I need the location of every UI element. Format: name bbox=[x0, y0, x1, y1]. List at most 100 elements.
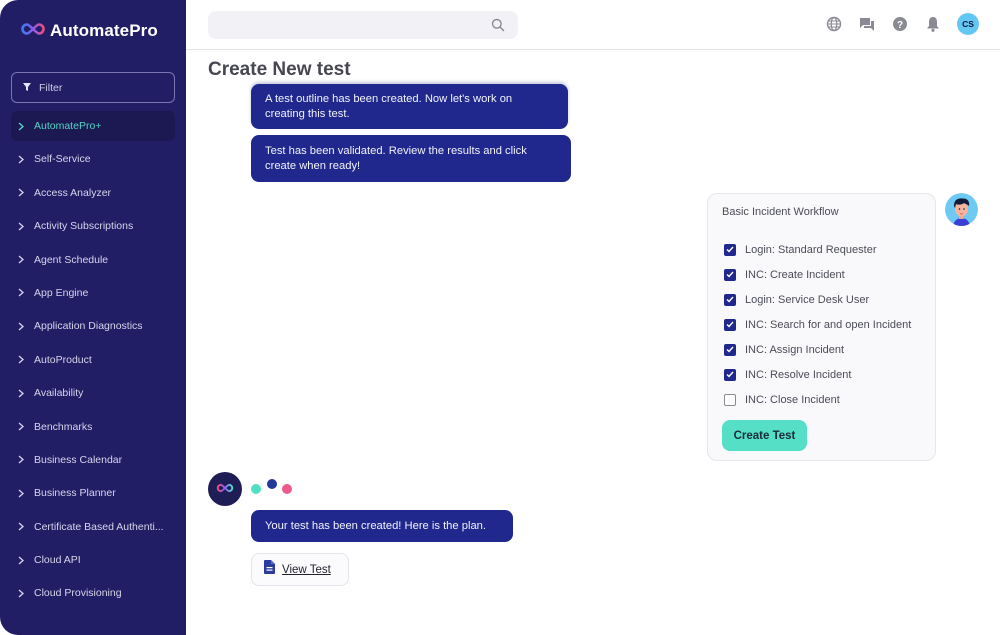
sidebar-item-label: App Engine bbox=[34, 286, 89, 299]
checkbox-checked[interactable] bbox=[724, 318, 736, 331]
chevron-right-icon bbox=[18, 288, 26, 297]
app-logo[interactable]: AutomatePro bbox=[20, 21, 158, 41]
search-input[interactable] bbox=[208, 11, 518, 39]
bot-message: A test outline has been created. Now let… bbox=[251, 84, 568, 129]
checkbox-checked[interactable] bbox=[724, 368, 736, 381]
sidebar-item-label: Business Calendar bbox=[34, 453, 123, 466]
document-icon bbox=[264, 560, 275, 579]
sidebar-item-label: Benchmarks bbox=[34, 420, 93, 433]
sidebar-item-availability[interactable]: Availability bbox=[11, 378, 175, 408]
step-label: Login: Standard Requester bbox=[745, 243, 877, 256]
create-test-button[interactable]: Create Test bbox=[722, 420, 807, 451]
sidebar-item-label: Activity Subscriptions bbox=[34, 220, 134, 233]
sidebar-item-application-diagnostics[interactable]: Application Diagnostics bbox=[11, 311, 175, 341]
bot-message: Your test has been created! Here is the … bbox=[251, 510, 513, 542]
checkbox-checked[interactable] bbox=[724, 268, 736, 281]
step-label: INC: Search for and open Incident bbox=[745, 318, 912, 331]
step-label: INC: Assign Incident bbox=[745, 343, 845, 356]
chevron-right-icon bbox=[18, 188, 26, 197]
sidebar-item-autoproduct[interactable]: AutoProduct bbox=[11, 345, 175, 375]
workflow-step[interactable]: INC: Create Incident bbox=[724, 262, 911, 287]
sidebar-item-label: Access Analyzer bbox=[34, 186, 112, 199]
chevron-right-icon bbox=[18, 556, 26, 565]
sidebar-item-cloud-provisioning[interactable]: Cloud Provisioning bbox=[11, 578, 175, 608]
sidebar-item-activity-subscriptions[interactable]: Activity Subscriptions bbox=[11, 211, 175, 241]
filter-input[interactable]: Filter bbox=[11, 72, 175, 103]
view-test-label: View Test bbox=[282, 563, 331, 576]
chevron-right-icon bbox=[18, 255, 26, 264]
typing-indicator-dot bbox=[267, 479, 277, 489]
step-label: INC: Close Incident bbox=[745, 393, 840, 406]
sidebar-item-agent-schedule[interactable]: Agent Schedule bbox=[11, 245, 175, 275]
bell-icon[interactable] bbox=[924, 15, 942, 33]
sidebar-item-access-analyzer[interactable]: Access Analyzer bbox=[11, 178, 175, 208]
chevron-right-icon bbox=[18, 155, 26, 164]
workflow-step[interactable]: INC: Close Incident bbox=[724, 387, 911, 412]
workflow-step[interactable]: INC: Assign Incident bbox=[724, 337, 911, 362]
svg-text:?: ? bbox=[897, 20, 903, 31]
chevron-right-icon bbox=[18, 455, 26, 464]
user-avatar-button[interactable]: CS bbox=[957, 13, 979, 35]
filter-placeholder: Filter bbox=[39, 81, 63, 94]
step-label: INC: Create Incident bbox=[745, 268, 845, 281]
step-label: Login: Service Desk User bbox=[745, 293, 870, 306]
globe-icon[interactable] bbox=[825, 15, 843, 33]
infinity-logo-icon bbox=[216, 480, 234, 498]
chevron-right-icon bbox=[18, 222, 26, 231]
chevron-right-icon bbox=[18, 355, 26, 364]
view-test-link[interactable]: View Test bbox=[251, 553, 349, 586]
workflow-step[interactable]: INC: Resolve Incident bbox=[724, 362, 911, 387]
checkbox-checked[interactable] bbox=[724, 343, 736, 356]
sidebar-item-label: Application Diagnostics bbox=[34, 320, 143, 333]
sidebar-item-label: Self-Service bbox=[34, 153, 91, 166]
sidebar-nav: AutomatePro+ Self-Service Access Analyze… bbox=[11, 111, 175, 612]
sidebar-item-automatepro-plus[interactable]: AutomatePro+ bbox=[11, 111, 175, 141]
top-bar: ? CS bbox=[186, 0, 1000, 50]
sidebar-item-business-calendar[interactable]: Business Calendar bbox=[11, 445, 175, 475]
workflow-card: Basic Incident Workflow Login: Standard … bbox=[707, 193, 936, 461]
sidebar-item-label: Certificate Based Authenti... bbox=[34, 520, 164, 533]
sidebar-item-cloud-api[interactable]: Cloud API bbox=[11, 545, 175, 575]
message-text: Test has been validated. Review the resu… bbox=[265, 144, 527, 172]
sidebar: AutomatePro Filter AutomatePro+ Self-Ser… bbox=[0, 0, 186, 635]
sidebar-item-label: Cloud Provisioning bbox=[34, 587, 122, 600]
bot-message: Test has been validated. Review the resu… bbox=[251, 135, 571, 182]
typing-indicator-dot bbox=[251, 484, 261, 494]
sidebar-item-label: Availability bbox=[34, 387, 84, 400]
workflow-checklist: Login: Standard Requester INC: Create In… bbox=[724, 237, 911, 412]
chevron-right-icon bbox=[18, 121, 26, 131]
chat-icon[interactable] bbox=[858, 15, 876, 33]
sidebar-item-label: AutoProduct bbox=[34, 353, 92, 366]
top-icons: ? CS bbox=[825, 13, 979, 35]
chevron-right-icon bbox=[18, 489, 26, 498]
typing-indicator-dot bbox=[282, 484, 292, 494]
workflow-step[interactable]: Login: Service Desk User bbox=[724, 287, 911, 312]
workflow-step[interactable]: INC: Search for and open Incident bbox=[724, 312, 911, 337]
chevron-right-icon bbox=[18, 322, 26, 331]
help-icon[interactable]: ? bbox=[891, 15, 909, 33]
sidebar-item-label: Business Planner bbox=[34, 487, 116, 500]
sidebar-item-self-service[interactable]: Self-Service bbox=[11, 144, 175, 174]
search-icon[interactable] bbox=[491, 18, 505, 37]
chevron-right-icon bbox=[18, 522, 26, 531]
sidebar-item-label: Agent Schedule bbox=[34, 253, 109, 266]
sidebar-item-benchmarks[interactable]: Benchmarks bbox=[11, 412, 175, 442]
user-avatar bbox=[945, 193, 978, 226]
page-title: Create New test bbox=[208, 59, 351, 80]
sidebar-item-label: Cloud API bbox=[34, 554, 81, 567]
workflow-title: Basic Incident Workflow bbox=[722, 206, 839, 218]
app-name: AutomatePro bbox=[50, 21, 158, 40]
checkbox-checked[interactable] bbox=[724, 243, 736, 256]
message-text: Your test has been created! Here is the … bbox=[265, 519, 486, 532]
filter-icon bbox=[23, 82, 31, 94]
message-text: A test outline has been created. Now let… bbox=[265, 92, 513, 120]
bot-avatar bbox=[208, 472, 242, 506]
checkbox-unchecked[interactable] bbox=[724, 393, 736, 406]
sidebar-item-business-planner[interactable]: Business Planner bbox=[11, 478, 175, 508]
workflow-step[interactable]: Login: Standard Requester bbox=[724, 237, 911, 262]
sidebar-item-app-engine[interactable]: App Engine bbox=[11, 278, 175, 308]
chevron-right-icon bbox=[18, 422, 26, 431]
sidebar-item-certificate-based-authentication[interactable]: Certificate Based Authenti... bbox=[11, 512, 175, 542]
infinity-logo-icon bbox=[20, 22, 46, 41]
checkbox-checked[interactable] bbox=[724, 293, 736, 306]
